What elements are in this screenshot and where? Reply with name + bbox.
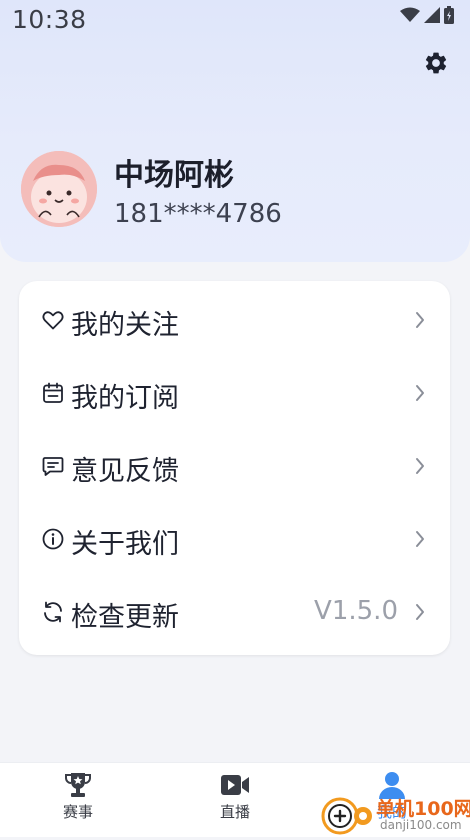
signal-icon (424, 7, 440, 23)
tab-label: 赛事 (62, 803, 93, 821)
username: 中场阿彬 (114, 158, 234, 193)
menu-item-about[interactable]: 关于我们 (19, 502, 450, 575)
avatar-image (21, 151, 97, 227)
settings-gear-icon[interactable] (423, 50, 449, 76)
menu-item-following[interactable]: 我的关注 (19, 283, 450, 356)
chevron-right-icon (416, 458, 424, 474)
menu-card: 我的关注 我的订阅 意见反馈 关于我们 检查更新 V1.5.0 (19, 281, 450, 655)
menu-item-label: 我的订阅 (71, 383, 179, 414)
chevron-right-icon (416, 385, 424, 401)
menu-item-label: 关于我们 (71, 529, 179, 560)
avatar[interactable] (21, 151, 97, 227)
menu-item-feedback[interactable]: 意见反馈 (19, 429, 450, 502)
chevron-right-icon (416, 604, 424, 620)
status-time: 10:38 (12, 5, 87, 34)
chevron-right-icon (416, 312, 424, 328)
tab-events[interactable]: 赛事 (28, 771, 128, 833)
menu-item-label: 检查更新 (71, 602, 179, 633)
wifi-icon (400, 7, 420, 22)
refresh-icon (44, 601, 62, 623)
version-value: V1.5.0 (314, 596, 398, 626)
info-icon (42, 528, 64, 550)
watermark-url: danji100.com (380, 818, 462, 832)
menu-item-label: 意见反馈 (71, 456, 179, 487)
watermark: 单机100网 danji100.com (320, 792, 470, 836)
menu-item-check-update[interactable]: 检查更新 V1.5.0 (19, 575, 450, 648)
menu-item-subscriptions[interactable]: 我的订阅 (19, 356, 450, 429)
calendar-icon (43, 382, 63, 403)
status-icons (400, 6, 454, 24)
tab-label: 直播 (219, 803, 250, 821)
trophy-icon (65, 773, 91, 797)
tab-live[interactable]: 直播 (185, 771, 285, 833)
watermark-text: 单机100网 (376, 798, 470, 820)
message-icon (42, 457, 64, 476)
heart-icon (42, 311, 64, 330)
status-bar: 10:38 (0, 0, 470, 40)
battery-icon (444, 6, 454, 24)
profile-header: 10:38 中场阿彬 181****4786 (0, 0, 470, 262)
chevron-right-icon (416, 531, 424, 547)
phone-number: 181****4786 (114, 199, 282, 229)
video-icon (221, 775, 249, 795)
menu-item-label: 我的关注 (71, 310, 179, 341)
